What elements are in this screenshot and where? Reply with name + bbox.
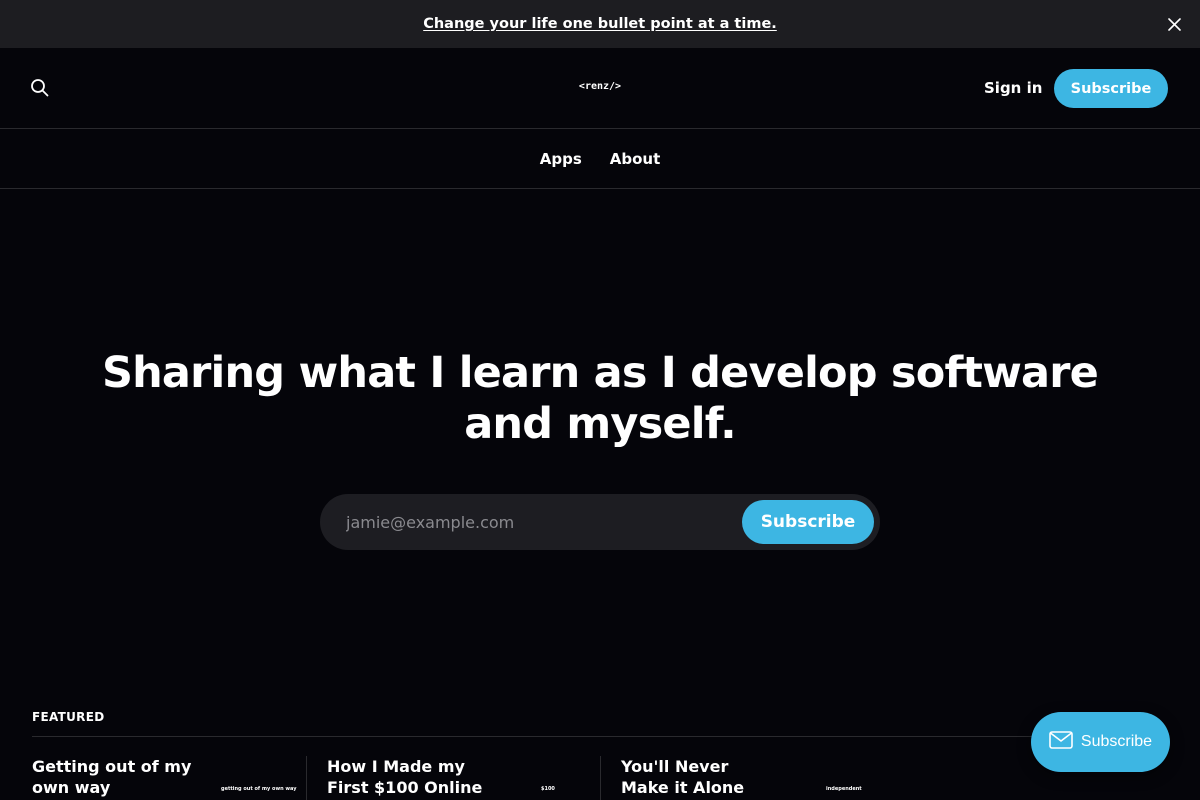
close-icon[interactable] [1164,14,1184,34]
announcement-link[interactable]: Change your life one bullet point at a t… [423,16,777,32]
hero-title: Sharing what I learn as I develop softwa… [101,348,1099,449]
portal-subscribe-button[interactable]: Subscribe [1031,712,1170,772]
featured-post-card[interactable]: Getting out of my own way getting out of… [32,756,296,800]
main-nav: Apps About [0,129,1200,189]
card-divider [306,756,307,800]
hero-subscribe-button[interactable]: Subscribe [742,500,874,544]
portal-label: Subscribe [1080,733,1153,750]
featured-post-title[interactable]: You'll Never Make it Alone [621,756,781,798]
nav-item-about[interactable]: About [610,150,661,168]
featured-post-thumbnail[interactable]: getting out of my own way [221,786,296,792]
nav-item-apps[interactable]: Apps [540,150,582,168]
featured-post-title[interactable]: Getting out of my own way [32,756,192,798]
card-divider [600,756,601,800]
featured-divider [32,736,1168,737]
header-subscribe-button[interactable]: Subscribe [1054,69,1168,108]
mail-icon [1049,730,1073,754]
announcement-bar: Change your life one bullet point at a t… [0,0,1200,48]
sign-in-link[interactable]: Sign in [984,79,1042,97]
email-input[interactable] [346,508,746,536]
site-header: <renz/> Sign in Subscribe [0,48,1200,129]
featured-post-thumbnail[interactable]: $100 [541,786,555,792]
featured-post-card[interactable]: How I Made my First $100 Online $100 [327,756,587,800]
featured-post-title[interactable]: How I Made my First $100 Online [327,756,487,798]
signup-form: Subscribe [320,494,880,550]
featured-heading: FEATURED [32,710,105,724]
featured-post-card[interactable]: You'll Never Make it Alone independent [621,756,881,800]
featured-post-thumbnail[interactable]: independent [826,786,862,792]
